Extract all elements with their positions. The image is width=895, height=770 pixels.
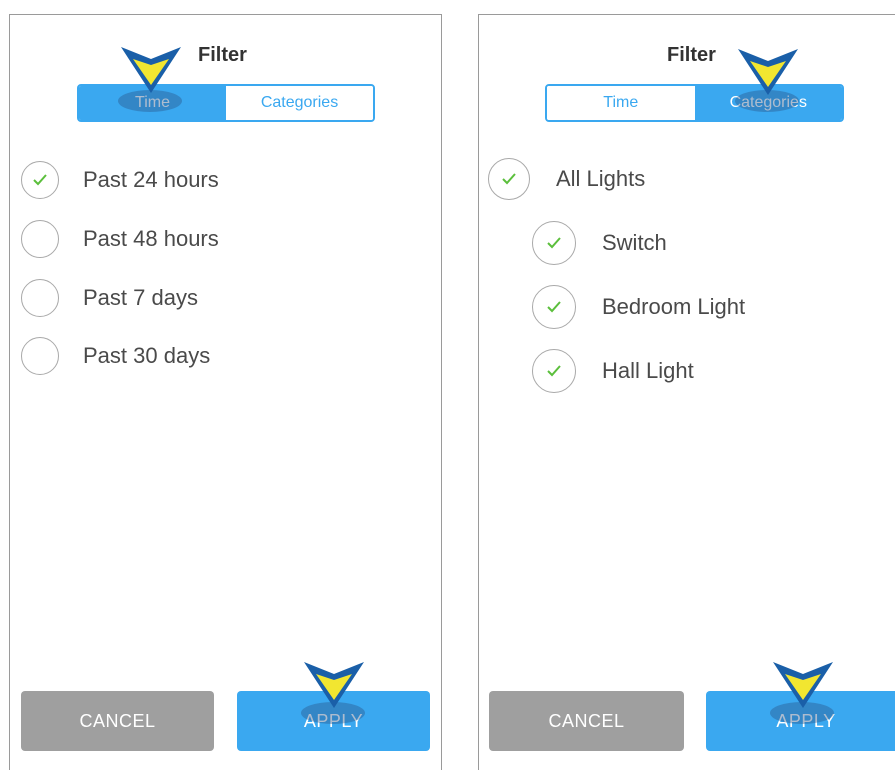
option-switch[interactable]: Switch [532, 221, 667, 265]
radio-circle[interactable] [21, 337, 59, 375]
option-hall-light[interactable]: Hall Light [532, 349, 694, 393]
radio-circle[interactable] [21, 220, 59, 258]
filter-title: Filter [198, 44, 247, 66]
option-label: Switch [602, 230, 667, 255]
filter-title: Filter [667, 44, 716, 66]
option-label: Past 48 hours [83, 226, 219, 251]
radio-circle[interactable] [21, 161, 59, 199]
filter-panel-categories: Filter Time Categories All Lights Switch… [478, 14, 895, 770]
option-label: Past 7 days [83, 285, 198, 310]
tab-time[interactable]: Time [547, 86, 695, 120]
option-label: All Lights [556, 166, 646, 191]
option-all-lights[interactable]: All Lights [488, 158, 645, 200]
checkmark-icon [547, 365, 561, 377]
checkmark-icon [547, 301, 561, 313]
option-label: Hall Light [602, 358, 694, 383]
segmented-control: Time Categories [77, 84, 375, 122]
checkmark-icon [33, 174, 47, 186]
checkbox-circle[interactable] [488, 158, 530, 200]
tab-time[interactable]: Time [79, 86, 226, 120]
cancel-button[interactable]: CANCEL [489, 691, 684, 751]
tab-categories[interactable]: Categories [694, 86, 842, 120]
checkbox-circle[interactable] [532, 221, 576, 265]
option-label: Past 30 days [83, 343, 211, 368]
checkmark-icon [502, 173, 516, 185]
segmented-control: Time Categories [545, 84, 844, 122]
option-past-24-hours[interactable]: Past 24 hours [21, 161, 219, 199]
checkbox-circle[interactable] [532, 349, 576, 393]
cancel-button[interactable]: CANCEL [21, 691, 214, 751]
option-past-7-days[interactable]: Past 7 days [21, 279, 198, 317]
option-label: Past 24 hours [83, 167, 219, 192]
checkmark-icon [547, 237, 561, 249]
option-past-48-hours[interactable]: Past 48 hours [21, 220, 219, 258]
tab-categories[interactable]: Categories [226, 86, 373, 120]
checkbox-circle[interactable] [532, 285, 576, 329]
option-past-30-days[interactable]: Past 30 days [21, 337, 210, 375]
option-label: Bedroom Light [602, 294, 746, 319]
filter-panel-time: Filter Time Categories Past 24 hours Pas… [9, 14, 442, 770]
apply-button[interactable]: APPLY [237, 691, 430, 751]
radio-circle[interactable] [21, 279, 59, 317]
apply-button[interactable]: APPLY [706, 691, 895, 751]
option-bedroom-light[interactable]: Bedroom Light [532, 285, 745, 329]
